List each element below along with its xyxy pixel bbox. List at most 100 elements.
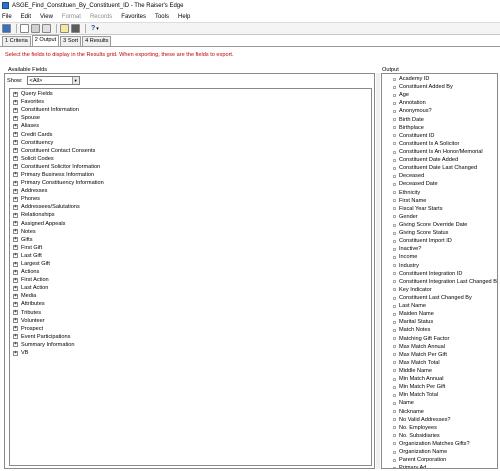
output-item[interactable]: Name (382, 399, 497, 407)
output-item[interactable]: Marital Status (382, 318, 497, 326)
expand-icon[interactable]: + (13, 91, 18, 97)
output-item[interactable]: Gender (382, 213, 497, 221)
output-item[interactable]: Birth Date (382, 116, 497, 124)
expand-icon[interactable]: + (13, 188, 18, 194)
output-item[interactable]: No. Employees (382, 424, 497, 432)
tree-item[interactable]: + Constituent Contact Consents (10, 147, 371, 155)
print-icon[interactable] (31, 24, 40, 33)
expand-icon[interactable]: + (13, 285, 18, 291)
tree-item[interactable]: + Spouse (10, 114, 371, 122)
expand-icon[interactable]: + (13, 132, 18, 138)
tree-item[interactable]: + Notes (10, 228, 371, 236)
chevron-down-icon[interactable]: ▼ (71, 77, 79, 84)
output-item[interactable]: Max Match Total (382, 359, 497, 367)
output-item[interactable]: Income (382, 253, 497, 261)
output-item[interactable]: No Valid Addresses? (382, 416, 497, 424)
output-item[interactable]: Organization Matches Gifts? (382, 440, 497, 448)
tree-item[interactable]: + Media (10, 292, 371, 300)
tab-criteria[interactable]: 1 Criteria (2, 36, 31, 46)
output-item[interactable]: Academy ID (382, 75, 497, 83)
find-icon[interactable] (71, 24, 80, 33)
output-item[interactable]: Last Name (382, 302, 497, 310)
output-item[interactable]: Matching Gift Factor (382, 335, 497, 343)
expand-icon[interactable]: + (13, 293, 18, 299)
tree-item[interactable]: + Actions (10, 268, 371, 276)
tree-item[interactable]: + Phones (10, 195, 371, 203)
expand-icon[interactable]: + (13, 237, 18, 243)
expand-icon[interactable]: + (13, 180, 18, 186)
tree-item[interactable]: + Addressees/Salutations (10, 203, 371, 211)
output-item[interactable]: Constituent Date Last Changed (382, 164, 497, 172)
expand-icon[interactable]: + (13, 204, 18, 210)
output-item[interactable]: Parent Corporation (382, 456, 497, 464)
output-item[interactable]: Ethnicity (382, 189, 497, 197)
properties-icon[interactable] (60, 24, 69, 33)
tree-item[interactable]: + First Action (10, 276, 371, 284)
expand-icon[interactable]: + (13, 245, 18, 251)
expand-icon[interactable]: + (13, 123, 18, 129)
output-item[interactable]: Min Match Total (382, 391, 497, 399)
expand-icon[interactable]: + (13, 318, 18, 324)
output-item[interactable]: Birthplace (382, 124, 497, 132)
output-item[interactable]: Annotation (382, 99, 497, 107)
output-item[interactable]: Constituent Date Added (382, 156, 497, 164)
tree-item[interactable]: + First Gift (10, 244, 371, 252)
tree-item[interactable]: + Constituency (10, 139, 371, 147)
tree-item[interactable]: + Prospect (10, 325, 371, 333)
expand-icon[interactable]: + (13, 99, 18, 105)
expand-icon[interactable]: + (13, 172, 18, 178)
output-item[interactable]: Inactive? (382, 245, 497, 253)
expand-icon[interactable]: + (13, 156, 18, 162)
tree-item[interactable]: + VB (10, 349, 371, 357)
tree-item[interactable]: + Favorites (10, 98, 371, 106)
expand-icon[interactable]: + (13, 301, 18, 307)
expand-icon[interactable]: + (13, 342, 18, 348)
output-item[interactable]: Age (382, 91, 497, 99)
menu-view[interactable]: View (40, 14, 53, 20)
tree-item[interactable]: + Constituent Information (10, 106, 371, 114)
output-item[interactable]: Max Match Per Gift (382, 351, 497, 359)
output-item[interactable]: Match Notes (382, 326, 497, 334)
tree-item[interactable]: + Volunteer (10, 317, 371, 325)
expand-icon[interactable]: + (13, 148, 18, 154)
output-item[interactable]: Giving Score Override Date (382, 221, 497, 229)
expand-icon[interactable]: + (13, 221, 18, 227)
tree-item[interactable]: + Addresses (10, 187, 371, 195)
tree-item[interactable]: + Last Gift (10, 252, 371, 260)
expand-icon[interactable]: + (13, 277, 18, 283)
output-item[interactable]: Maiden Name (382, 310, 497, 318)
expand-icon[interactable]: + (13, 269, 18, 275)
expand-icon[interactable]: + (13, 350, 18, 356)
output-list[interactable]: Academy ID Constituent Added By Age Annotat… (381, 73, 498, 469)
tree-item[interactable]: + Assigned Appeals (10, 220, 371, 228)
expand-icon[interactable]: + (13, 212, 18, 218)
output-item[interactable]: Max Match Annual (382, 343, 497, 351)
tree-item[interactable]: + Attributes (10, 300, 371, 308)
tree-item[interactable]: + Relationships (10, 211, 371, 219)
tree-item[interactable]: + Constituent Solicitor Information (10, 163, 371, 171)
output-item[interactable]: Industry (382, 262, 497, 270)
available-fields-tree[interactable]: + Query Fields + Favorites + Constituent Info… (9, 88, 372, 466)
tree-item[interactable]: + Credit Cards (10, 130, 371, 138)
tab-output[interactable]: 2 Output (31, 35, 60, 46)
tree-item[interactable]: + Primary Business Information (10, 171, 371, 179)
tab-sort[interactable]: 3 Sort (60, 36, 82, 46)
export-icon[interactable] (42, 24, 51, 33)
output-item[interactable]: Constituent Import ID (382, 237, 497, 245)
expand-icon[interactable]: + (13, 115, 18, 121)
output-item[interactable]: Giving Score Status (382, 229, 497, 237)
tree-item[interactable]: + Largest Gift (10, 260, 371, 268)
output-item[interactable]: First Name (382, 197, 497, 205)
show-select[interactable]: <All> ▼ (26, 76, 80, 85)
expand-icon[interactable]: + (13, 253, 18, 259)
tree-item[interactable]: + Solicit Codes (10, 155, 371, 163)
tree-item[interactable]: + Last Action (10, 284, 371, 292)
output-item[interactable]: Deceased (382, 172, 497, 180)
output-item[interactable]: Min Match Per Gift (382, 383, 497, 391)
help-button[interactable]: ? (91, 25, 95, 32)
menu-format[interactable]: Format (62, 14, 81, 20)
output-item[interactable]: Constituent Is An Honor/Memorial (382, 148, 497, 156)
panel-splitter[interactable] (376, 73, 380, 469)
output-item[interactable]: Constituent Is A Solicitor (382, 140, 497, 148)
save-icon[interactable] (2, 24, 11, 33)
